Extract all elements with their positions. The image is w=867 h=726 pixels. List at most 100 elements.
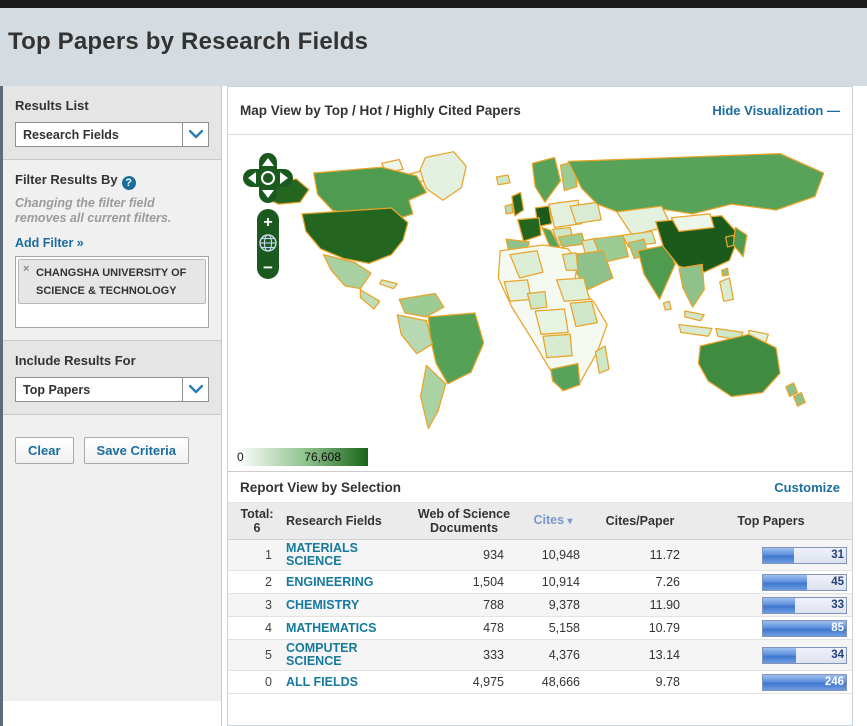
chevron-down-icon: [182, 378, 208, 401]
table-row: 3 CHEMISTRY 788 9,378 11.90 33: [228, 594, 852, 617]
filter-tag[interactable]: × CHANGSHA UNIVERSITY OF SCIENCE & TECHN…: [18, 259, 206, 304]
hide-visualization-link[interactable]: Hide Visualization —: [712, 103, 840, 118]
total-count: Total: 6: [228, 507, 286, 535]
research-field-link[interactable]: ENGINEERING: [286, 576, 412, 589]
documents-value: 934: [412, 548, 516, 562]
cites-per-paper-value: 10.79: [590, 621, 690, 635]
legend-max-value: 76,608: [304, 450, 341, 464]
customize-link[interactable]: Customize: [774, 480, 840, 495]
main-panel: Map View by Top / Hot / Highly Cited Pap…: [227, 86, 853, 726]
table-row: 2 ENGINEERING 1,504 10,914 7.26 45: [228, 571, 852, 594]
top-papers-bar-fill: [763, 648, 796, 663]
zoom-out-button[interactable]: −: [263, 258, 273, 277]
filter-note: Changing the filter field removes all cu…: [15, 196, 209, 226]
cites-per-paper-value: 9.78: [590, 675, 690, 689]
country-russia: [568, 154, 823, 214]
save-criteria-button[interactable]: Save Criteria: [84, 437, 190, 464]
cites-per-paper-value: 11.90: [590, 598, 690, 612]
row-rank: 4: [228, 621, 286, 635]
top-papers-bar-fill: [763, 575, 807, 590]
action-buttons-section: Clear Save Criteria: [3, 415, 221, 701]
top-papers-bar[interactable]: 85: [762, 620, 847, 637]
table-header-row: Total: 6 Research Fields Web of Science …: [228, 503, 852, 540]
results-list-section: Results List Research Fields: [3, 86, 221, 160]
chevron-down-icon: [182, 123, 208, 146]
sidebar: Results List Research Fields Filter Resu…: [0, 86, 222, 726]
research-field-link[interactable]: CHEMISTRY: [286, 599, 412, 612]
map-area: + − 0 76,608: [228, 135, 852, 471]
report-header: Report View by Selection Customize: [228, 471, 852, 503]
filter-label-row: Filter Results By?: [15, 172, 209, 190]
results-list-selected-value: Research Fields: [16, 128, 182, 142]
country-new-zealand: [786, 383, 805, 406]
legend-min-value: 0: [237, 450, 244, 464]
research-field-link[interactable]: ALL FIELDS: [286, 676, 412, 689]
map-controls: + −: [240, 151, 298, 285]
cites-value: 48,666: [516, 675, 590, 689]
top-papers-value: 246: [825, 676, 844, 688]
top-papers-value: 45: [831, 576, 844, 588]
research-field-link[interactable]: MATERIALS SCIENCE: [286, 542, 412, 568]
cites-per-paper-value: 13.14: [590, 648, 690, 662]
top-papers-bar[interactable]: 246: [762, 674, 847, 691]
table-row: 1 MATERIALS SCIENCE 934 10,948 11.72 31: [228, 540, 852, 571]
top-papers-bar[interactable]: 45: [762, 574, 847, 591]
table-row: 0 ALL FIELDS 4,975 48,666 9.78 246: [228, 671, 852, 694]
column-header-research-fields[interactable]: Research Fields: [286, 514, 412, 528]
column-header-top-papers[interactable]: Top Papers: [690, 514, 852, 528]
sort-descending-icon: ▾: [568, 516, 573, 527]
report-view-title: Report View by Selection: [240, 480, 774, 495]
pan-control[interactable]: [243, 153, 293, 203]
clear-button[interactable]: Clear: [15, 437, 74, 464]
page-header: Top Papers by Research Fields: [0, 8, 867, 86]
top-papers-bar-fill: [763, 598, 795, 613]
row-rank: 5: [228, 648, 286, 662]
top-papers-value: 33: [831, 599, 844, 611]
top-papers-bar[interactable]: 33: [762, 597, 847, 614]
filter-list-box[interactable]: × CHANGSHA UNIVERSITY OF SCIENCE & TECHN…: [15, 256, 209, 328]
filter-section: Filter Results By? Changing the filter f…: [3, 160, 221, 341]
column-header-cites-per-paper[interactable]: Cites/Paper: [590, 514, 690, 528]
table-row: 4 MATHEMATICS 478 5,158 10.79 85: [228, 617, 852, 640]
cites-value: 9,378: [516, 598, 590, 612]
row-rank: 2: [228, 575, 286, 589]
top-papers-bar[interactable]: 31: [762, 547, 847, 564]
column-header-cites-sorted[interactable]: Cites ▾: [516, 513, 590, 529]
row-rank: 3: [228, 598, 286, 612]
row-rank: 1: [228, 548, 286, 562]
include-results-label: Include Results For: [15, 353, 209, 368]
report-table-body: 1 MATERIALS SCIENCE 934 10,948 11.72 31 …: [228, 540, 852, 694]
cites-value: 10,914: [516, 575, 590, 589]
country-australia: [698, 334, 780, 396]
cites-value: 5,158: [516, 621, 590, 635]
map-view-title: Map View by Top / Hot / Highly Cited Pap…: [240, 103, 712, 118]
country-france: [518, 218, 541, 241]
help-icon[interactable]: ?: [122, 176, 136, 190]
add-filter-link[interactable]: Add Filter »: [15, 236, 84, 250]
cites-value: 10,948: [516, 548, 590, 562]
results-list-select[interactable]: Research Fields: [15, 122, 209, 147]
top-papers-value: 85: [831, 622, 844, 634]
column-header-documents[interactable]: Web of Science Documents: [412, 507, 516, 535]
top-papers-value: 34: [831, 649, 844, 661]
table-row: 5 COMPUTER SCIENCE 333 4,376 13.14 34: [228, 640, 852, 671]
research-field-link[interactable]: COMPUTER SCIENCE: [286, 642, 412, 668]
research-field-link[interactable]: MATHEMATICS: [286, 622, 412, 635]
documents-value: 1,504: [412, 575, 516, 589]
zoom-in-button[interactable]: +: [263, 214, 272, 231]
documents-value: 4,975: [412, 675, 516, 689]
page-title: Top Papers by Research Fields: [0, 8, 867, 56]
country-brazil: [428, 313, 483, 384]
include-results-section: Include Results For Top Papers: [3, 341, 221, 415]
filter-tag-label: CHANGSHA UNIVERSITY OF SCIENCE & TECHNOL…: [36, 267, 186, 297]
top-papers-bar-fill: [763, 548, 794, 563]
map-legend: 0 76,608: [234, 448, 368, 466]
cites-value: 4,376: [516, 648, 590, 662]
include-results-selected-value: Top Papers: [16, 383, 182, 397]
remove-filter-icon[interactable]: ×: [23, 263, 29, 275]
collapse-icon: —: [827, 103, 840, 118]
include-results-select[interactable]: Top Papers: [15, 377, 209, 402]
top-border-strip: [0, 0, 867, 8]
top-papers-bar[interactable]: 34: [762, 647, 847, 664]
world-map[interactable]: [236, 145, 848, 443]
